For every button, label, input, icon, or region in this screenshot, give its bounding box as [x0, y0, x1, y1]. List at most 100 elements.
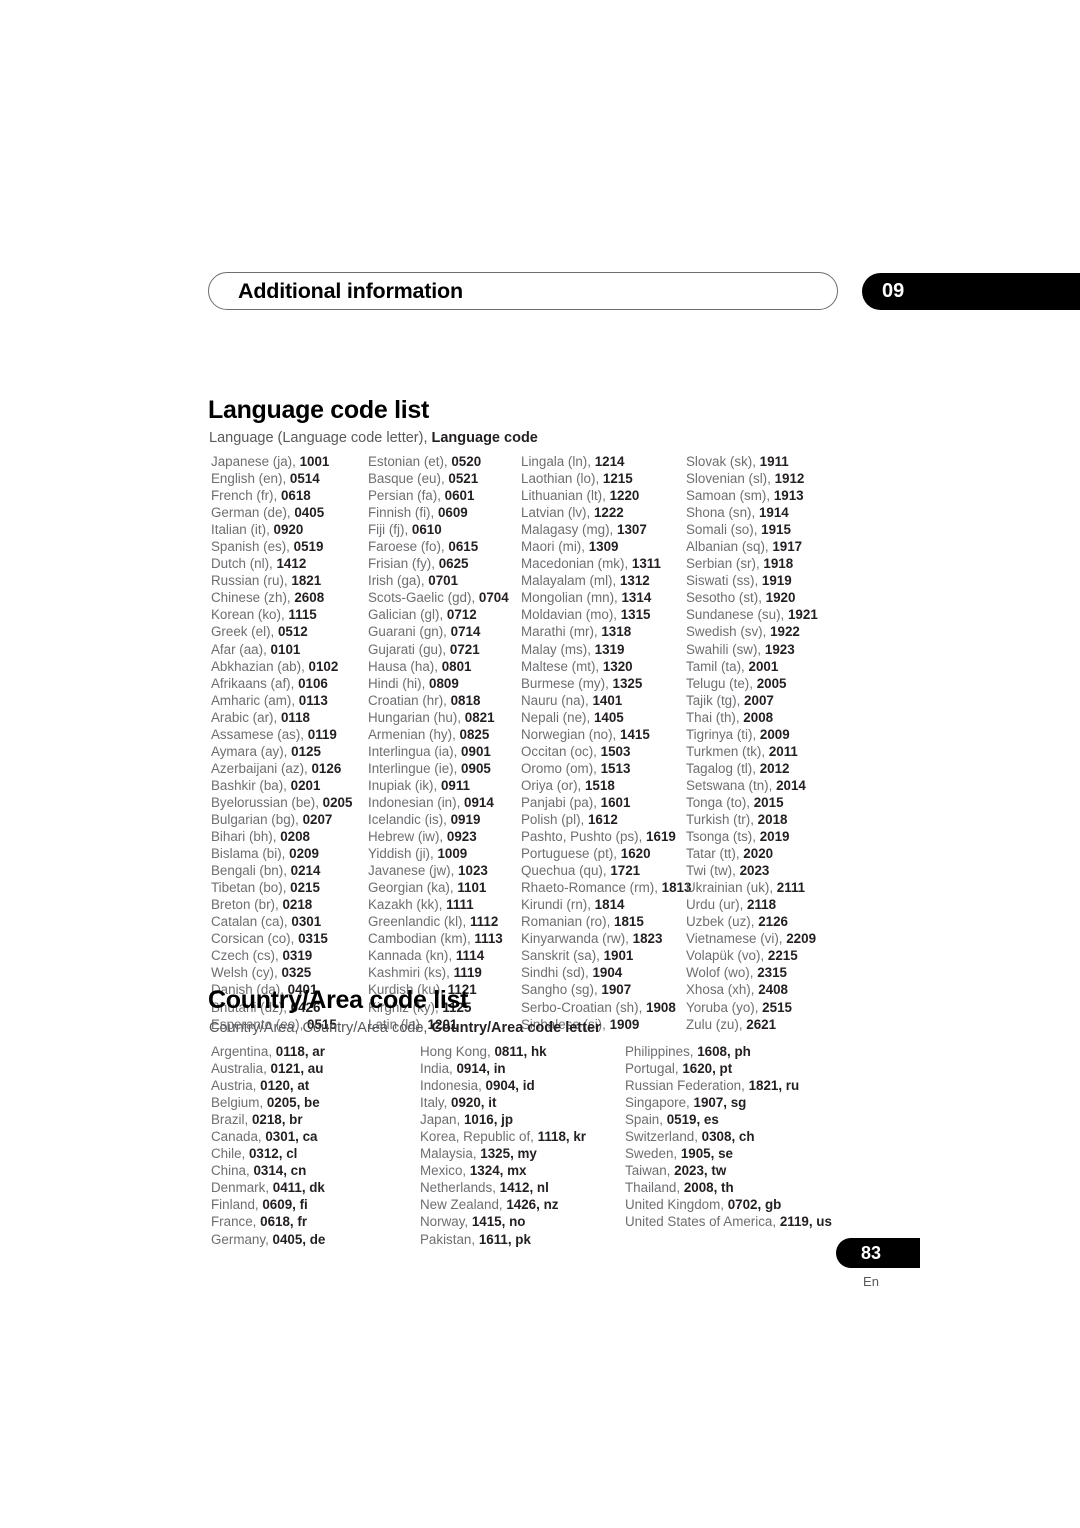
code-list-value: 0801 — [441, 658, 472, 674]
code-list-value: 0119 — [307, 726, 337, 742]
code-list-label: Kinyarwanda (rw), — [521, 931, 633, 947]
code-list-value: 1821 — [291, 573, 322, 589]
code-list-row: Aymara (ay), 0125 — [211, 743, 352, 760]
code-list-label: Australia, — [211, 1061, 271, 1077]
code-list-label: Quechua (qu), — [521, 863, 611, 879]
code-list-row: Korea, Republic of, 1118, kr — [420, 1128, 586, 1145]
code-list-label: Greenlandic (kl), — [368, 914, 470, 930]
code-list-row: Tonga (to), 2015 — [686, 794, 818, 811]
code-list-row: Yoruba (yo), 2515 — [686, 999, 818, 1016]
code-list-row: Canada, 0301, ca — [211, 1128, 325, 1145]
code-list-value: 0215 — [290, 880, 320, 896]
code-list-label: Tsonga (ts), — [686, 829, 760, 845]
code-list-label: Lithuanian (lt), — [521, 488, 610, 504]
code-list-row: Javanese (jw), 1023 — [368, 862, 509, 879]
code-list-row: Croatian (hr), 0818 — [368, 692, 509, 709]
code-list-value: 1612 — [587, 811, 618, 827]
code-list-label: France, — [211, 1214, 261, 1230]
code-list-value: 0914 — [464, 794, 494, 810]
code-list-value: 2012 — [759, 760, 790, 776]
code-list-value: 0325 — [281, 965, 312, 981]
code-list-row: Oromo (om), 1513 — [521, 760, 691, 777]
code-list-row: Amharic (am), 0113 — [211, 692, 352, 709]
code-list-row: China, 0314, cn — [211, 1162, 325, 1179]
code-list-label: Bashkir (ba), — [211, 777, 291, 793]
code-list-label: Mexico, — [420, 1163, 470, 1179]
code-list-row: Tibetan (bo), 0215 — [211, 879, 352, 896]
code-list-label: Vietnamese (vi), — [686, 931, 787, 947]
code-list-value: 1325 — [612, 675, 643, 691]
code-list-value: 2608 — [294, 590, 325, 606]
code-list-label: Bulgarian (bg), — [211, 811, 303, 827]
code-list-value: 2005 — [756, 675, 787, 691]
code-list-value: 2118 — [747, 897, 777, 913]
code-list-row: Zulu (zu), 2621 — [686, 1016, 818, 1033]
code-list-label: Greek (el), — [211, 624, 278, 640]
code-list-row: Afrikaans (af), 0106 — [211, 675, 352, 692]
code-list-label: Malaysia, — [420, 1146, 481, 1162]
code-list-row: Corsican (co), 0315 — [211, 930, 352, 947]
code-list-label: Spain, — [625, 1112, 667, 1128]
code-list-value: 1320 — [602, 658, 633, 674]
code-list-row: Malayalam (ml), 1312 — [521, 572, 691, 589]
code-list-label: Tonga (to), — [686, 794, 754, 810]
code-list-row: Moldavian (mo), 1315 — [521, 606, 691, 623]
code-list-label: Sundanese (su), — [686, 607, 788, 623]
code-list-value: 1923 — [764, 641, 795, 657]
code-list-row: Armenian (hy), 0825 — [368, 726, 509, 743]
code-list-value: 1119 — [453, 965, 482, 981]
code-list-label: Sesotho (st), — [686, 590, 766, 606]
code-list-label: Czech (cs), — [211, 948, 283, 964]
code-list-value: 0301 — [291, 914, 322, 930]
code-list-label: Xhosa (xh), — [686, 982, 759, 998]
code-list-row: Netherlands, 1412, nl — [420, 1179, 586, 1196]
code-list-label: Galician (gl), — [368, 607, 447, 623]
code-list-value: 0618 — [280, 488, 311, 504]
code-list-label: Hong Kong, — [420, 1044, 495, 1059]
code-list-value: 2215 — [767, 948, 798, 964]
code-list-label: Belgium, — [211, 1095, 267, 1111]
code-list-row: Finnish (fi), 0609 — [368, 504, 509, 521]
code-list-label: New Zealand, — [420, 1197, 507, 1213]
code-list-value: 2111 — [776, 880, 806, 896]
code-list-label: Javanese (jw), — [368, 863, 459, 879]
code-list-value: 0209 — [289, 846, 319, 862]
code-list-label: Oromo (om), — [521, 760, 601, 776]
code-list-label: Interlingue (ie), — [368, 760, 462, 776]
code-list-value: 0721 — [449, 641, 480, 657]
code-list-value: 1601 — [600, 794, 631, 810]
code-list-row: Welsh (cy), 0325 — [211, 964, 352, 981]
code-list-value: 1922 — [770, 624, 800, 640]
code-list-label: Swedish (sv), — [686, 624, 771, 640]
code-list-row: Telugu (te), 2005 — [686, 675, 818, 692]
code-list-value: 0920, it — [451, 1095, 497, 1111]
code-list-value: 2009 — [759, 726, 790, 742]
code-list-value: 0411, dk — [272, 1180, 325, 1196]
code-list-label: Norwegian (no), — [521, 726, 620, 742]
code-list-row: Bihari (bh), 0208 — [211, 828, 352, 845]
code-list-label: Finland, — [211, 1197, 263, 1213]
code-list-label: Indonesia, — [420, 1078, 486, 1094]
code-list-row: Georgian (ka), 1101 — [368, 879, 509, 896]
code-list-value: 0113 — [298, 692, 328, 708]
code-list-row: Lithuanian (lt), 1220 — [521, 487, 691, 504]
code-list-row: Burmese (my), 1325 — [521, 675, 691, 692]
code-list-label: Panjabi (pa), — [521, 794, 601, 810]
code-list-label: Sangho (sg), — [521, 982, 602, 998]
code-list-label: Portugal, — [625, 1061, 683, 1077]
code-list-value: 1023 — [458, 863, 488, 879]
code-list-label: Arabic (ar), — [211, 709, 281, 725]
code-list-label: Argentina, — [211, 1044, 276, 1059]
language-indicator: En — [863, 1274, 879, 1289]
code-list-row: Oriya (or), 1518 — [521, 777, 691, 794]
code-list-value: 0101 — [270, 641, 301, 657]
code-list-row: Ukrainian (uk), 2111 — [686, 879, 818, 896]
code-list-row: Occitan (oc), 1503 — [521, 743, 691, 760]
code-list-label: Polish (pl), — [521, 811, 588, 827]
code-list-value: 2019 — [759, 829, 790, 845]
code-list-value: 1904 — [592, 965, 623, 981]
page-title: Additional information — [238, 279, 463, 303]
code-list-label: Malayalam (ml), — [521, 573, 620, 589]
code-list-value: 0218, br — [251, 1112, 303, 1128]
code-list-label: Sweden, — [625, 1146, 681, 1162]
